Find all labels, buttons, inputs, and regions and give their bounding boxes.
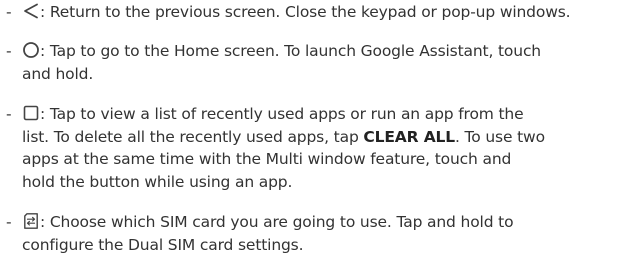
list-item-recent-apps: - : Tap to view a list of recently used … [6, 103, 614, 193]
sim-description-line-2: configure the Dual SIM card settings. [22, 235, 304, 254]
recent-description-line-4: hold the button while using an app. [22, 172, 293, 191]
recent-description-line-3: apps at the same time with the Multi win… [22, 150, 512, 168]
home-description-line-1: : Tap to go to the Home screen. To launc… [40, 42, 541, 60]
recent-description-line-2b: . To use two [455, 127, 545, 146]
recent-description-line-1: : Tap to view a list of recently used ap… [40, 105, 524, 123]
home-description-line-2: and hold. [22, 64, 94, 83]
sim-description-line-1: : Choose which SIM card you are going to… [40, 213, 514, 231]
bullet-dash: - [6, 3, 12, 21]
bullet-dash: - [6, 42, 12, 60]
sim-switch-icon [22, 212, 40, 230]
navigation-buttons-description: - : Return to the previous screen. Close… [0, 0, 620, 270]
clear-all-label: CLEAR ALL [363, 127, 455, 146]
list-item-sim-switch: - : Choose which SIM card you are going … [6, 211, 614, 256]
recent-apps-square-icon [22, 104, 40, 122]
back-description: : Return to the previous screen. Close t… [40, 3, 571, 21]
home-circle-icon [22, 41, 40, 59]
recent-description-line-2a: list. To delete all the recently used ap… [22, 127, 364, 146]
list-item-back: - : Return to the previous screen. Close… [6, 1, 614, 24]
list-item-home: - : Tap to go to the Home screen. To lau… [6, 40, 614, 85]
bullet-dash: - [6, 213, 12, 231]
back-triangle-icon [22, 2, 40, 20]
bullet-dash: - [6, 105, 12, 123]
